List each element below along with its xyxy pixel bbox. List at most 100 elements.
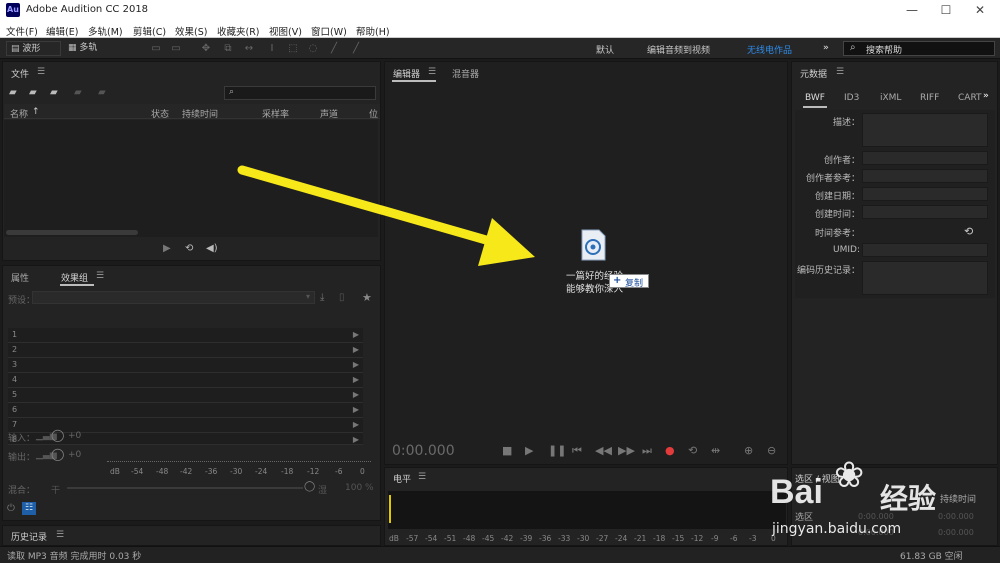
workspace-radio-production[interactable]: 无线电作品 — [747, 43, 792, 56]
mix-slider-thumb[interactable]: ◯ — [304, 481, 315, 492]
go-to-end-icon[interactable]: ⏭ — [642, 444, 652, 458]
column-name[interactable]: 名称 — [10, 107, 28, 120]
delete-preset-icon[interactable]: ▯ — [339, 292, 345, 303]
menu-view[interactable]: 视图(V) — [269, 24, 302, 38]
play-icon[interactable]: ▶ — [525, 444, 533, 457]
current-time-display[interactable]: 0:00.000 — [392, 443, 455, 459]
output-gain-value[interactable]: +0 — [68, 450, 81, 460]
description-field[interactable] — [862, 113, 988, 147]
effect-slot[interactable]: 1 ▶ — [8, 328, 363, 343]
tab-editor[interactable]: 编辑器 — [393, 67, 420, 80]
waveform-view-button[interactable]: ▤ 波形 — [6, 41, 61, 56]
tab-properties[interactable]: 属性 — [11, 271, 29, 284]
tab-mixer[interactable]: 混音器 — [452, 67, 479, 80]
tab-cart[interactable]: CART — [958, 93, 982, 103]
reset-time-reference-icon[interactable]: ⟲ — [964, 225, 973, 238]
effect-slot[interactable]: 4 ▶ — [8, 373, 363, 388]
multitrack-view-button[interactable]: ▦ 多轨 — [64, 41, 110, 56]
effect-slot[interactable]: 6 ▶ — [8, 403, 363, 418]
effect-slot-arrow-icon[interactable]: ▶ — [353, 345, 359, 354]
effect-slot[interactable]: 2 ▶ — [8, 343, 363, 358]
umid-field[interactable] — [862, 243, 988, 257]
column-bits[interactable]: 位 — [369, 107, 378, 120]
menu-effects[interactable]: 效果(S) — [175, 24, 207, 38]
workspace-more-icon[interactable]: » — [823, 43, 829, 53]
import-file-icon[interactable]: ▰ — [29, 87, 37, 98]
effect-slot-arrow-icon[interactable]: ▶ — [353, 375, 359, 384]
delete-file-icon[interactable]: ▰ — [98, 87, 106, 98]
effect-slot-arrow-icon[interactable]: ▶ — [353, 330, 359, 339]
tab-effects-rack[interactable]: 效果组 — [61, 271, 88, 284]
originator-reference-field[interactable] — [862, 169, 988, 183]
effect-slot-arrow-icon[interactable]: ▶ — [353, 420, 359, 429]
menu-favorites[interactable]: 收藏夹(R) — [217, 24, 260, 38]
loop-playback-icon[interactable]: ⟲ — [688, 444, 697, 457]
column-status[interactable]: 状态 — [151, 107, 169, 120]
fast-forward-icon[interactable]: ▶▶ — [618, 444, 635, 457]
maximize-button[interactable]: ☐ — [929, 2, 963, 19]
menu-clip[interactable]: 剪辑(C) — [133, 24, 166, 38]
effect-slot-arrow-icon[interactable]: ▶ — [353, 360, 359, 369]
skip-selection-icon[interactable]: ⇹ — [711, 444, 720, 457]
close-button[interactable]: ✕ — [963, 2, 997, 19]
workspace-edit-audio-to-video[interactable]: 编辑音频到视频 — [647, 43, 710, 56]
column-duration[interactable]: 持续时间 — [182, 107, 218, 120]
preview-play-icon[interactable]: ▶ — [163, 243, 171, 254]
move-tool-icon[interactable]: ✥ — [200, 43, 212, 54]
editor-panel-menu-icon[interactable]: ☰ — [428, 67, 436, 77]
column-channels[interactable]: 声道 — [320, 107, 338, 120]
menu-edit[interactable]: 编辑(E) — [46, 24, 78, 38]
menu-window[interactable]: 窗口(W) — [311, 24, 347, 38]
level-panel-menu-icon[interactable]: ☰ — [418, 472, 426, 482]
effect-slot-arrow-icon[interactable]: ▶ — [353, 435, 359, 444]
preset-dropdown[interactable]: ▾ — [32, 291, 315, 304]
effect-slot-arrow-icon[interactable]: ▶ — [353, 405, 359, 414]
audio-file-icon[interactable] — [581, 229, 606, 261]
creation-date-field[interactable] — [862, 187, 988, 201]
spot-healing-tool-icon[interactable]: ╱ — [350, 43, 362, 54]
minimize-button[interactable]: — — [895, 2, 929, 19]
effect-slot[interactable]: 3 ▶ — [8, 358, 363, 373]
tab-riff[interactable]: RIFF — [920, 93, 939, 103]
files-panel-menu-icon[interactable]: ☰ — [37, 67, 45, 77]
tab-ixml[interactable]: iXML — [880, 93, 901, 103]
history-panel-menu-icon[interactable]: ☰ — [56, 530, 64, 540]
menu-help[interactable]: 帮助(H) — [356, 24, 390, 38]
favorite-star-icon[interactable]: ★ — [362, 291, 372, 304]
help-search-input[interactable]: ⌕ 搜索帮助 — [843, 41, 995, 56]
workspace-default[interactable]: 默认 — [596, 43, 614, 56]
razor-tool-icon[interactable]: ⧉ — [222, 43, 234, 54]
mix-slider-track[interactable] — [67, 487, 303, 489]
input-gain-value[interactable]: +0 — [68, 431, 81, 441]
rewind-icon[interactable]: ◀◀ — [595, 444, 612, 457]
spectral-frequency-icon[interactable]: ▭ — [150, 43, 162, 54]
record-icon[interactable]: ● — [665, 444, 675, 457]
time-selection-tool-icon[interactable]: I — [266, 43, 278, 54]
output-gain-knob-icon[interactable]: ◯ — [51, 447, 64, 461]
slip-tool-icon[interactable]: ↔ — [243, 43, 255, 54]
coding-history-field[interactable] — [862, 261, 988, 295]
brush-tool-icon[interactable]: ╱ — [328, 43, 340, 54]
effect-slot-arrow-icon[interactable]: ▶ — [353, 390, 359, 399]
originator-field[interactable] — [862, 151, 988, 165]
zoom-in-amplitude-icon[interactable]: ⊕ — [744, 444, 753, 457]
lasso-tool-icon[interactable]: ◌ — [307, 43, 319, 54]
stop-icon[interactable]: ■ — [502, 444, 512, 457]
metadata-panel-menu-icon[interactable]: ☰ — [836, 67, 844, 77]
effect-slot[interactable]: 5 ▶ — [8, 388, 363, 403]
menu-file[interactable]: 文件(F) — [6, 24, 38, 38]
power-icon[interactable]: ⏻ — [7, 503, 15, 514]
preview-loop-icon[interactable]: ⟲ — [185, 243, 193, 254]
files-search-input[interactable]: ⌕ — [224, 86, 376, 100]
preview-volume-icon[interactable]: ◀) — [206, 243, 218, 254]
pause-icon[interactable]: ❚❚ — [548, 444, 566, 457]
input-gain-knob-icon[interactable]: ◯ — [51, 428, 64, 442]
insert-into-multitrack-icon[interactable]: ▰ — [74, 87, 82, 98]
go-to-start-icon[interactable]: ⏮ — [572, 444, 582, 458]
effects-list-toggle-icon[interactable]: ☷ — [22, 502, 36, 515]
more-tabs-icon[interactable]: » — [983, 91, 989, 101]
save-preset-icon[interactable]: ⤓ — [320, 292, 324, 303]
marquee-tool-icon[interactable]: ⬚ — [287, 43, 299, 54]
tab-id3[interactable]: ID3 — [844, 93, 859, 103]
menu-multitrack[interactable]: 多轨(M) — [88, 24, 123, 38]
